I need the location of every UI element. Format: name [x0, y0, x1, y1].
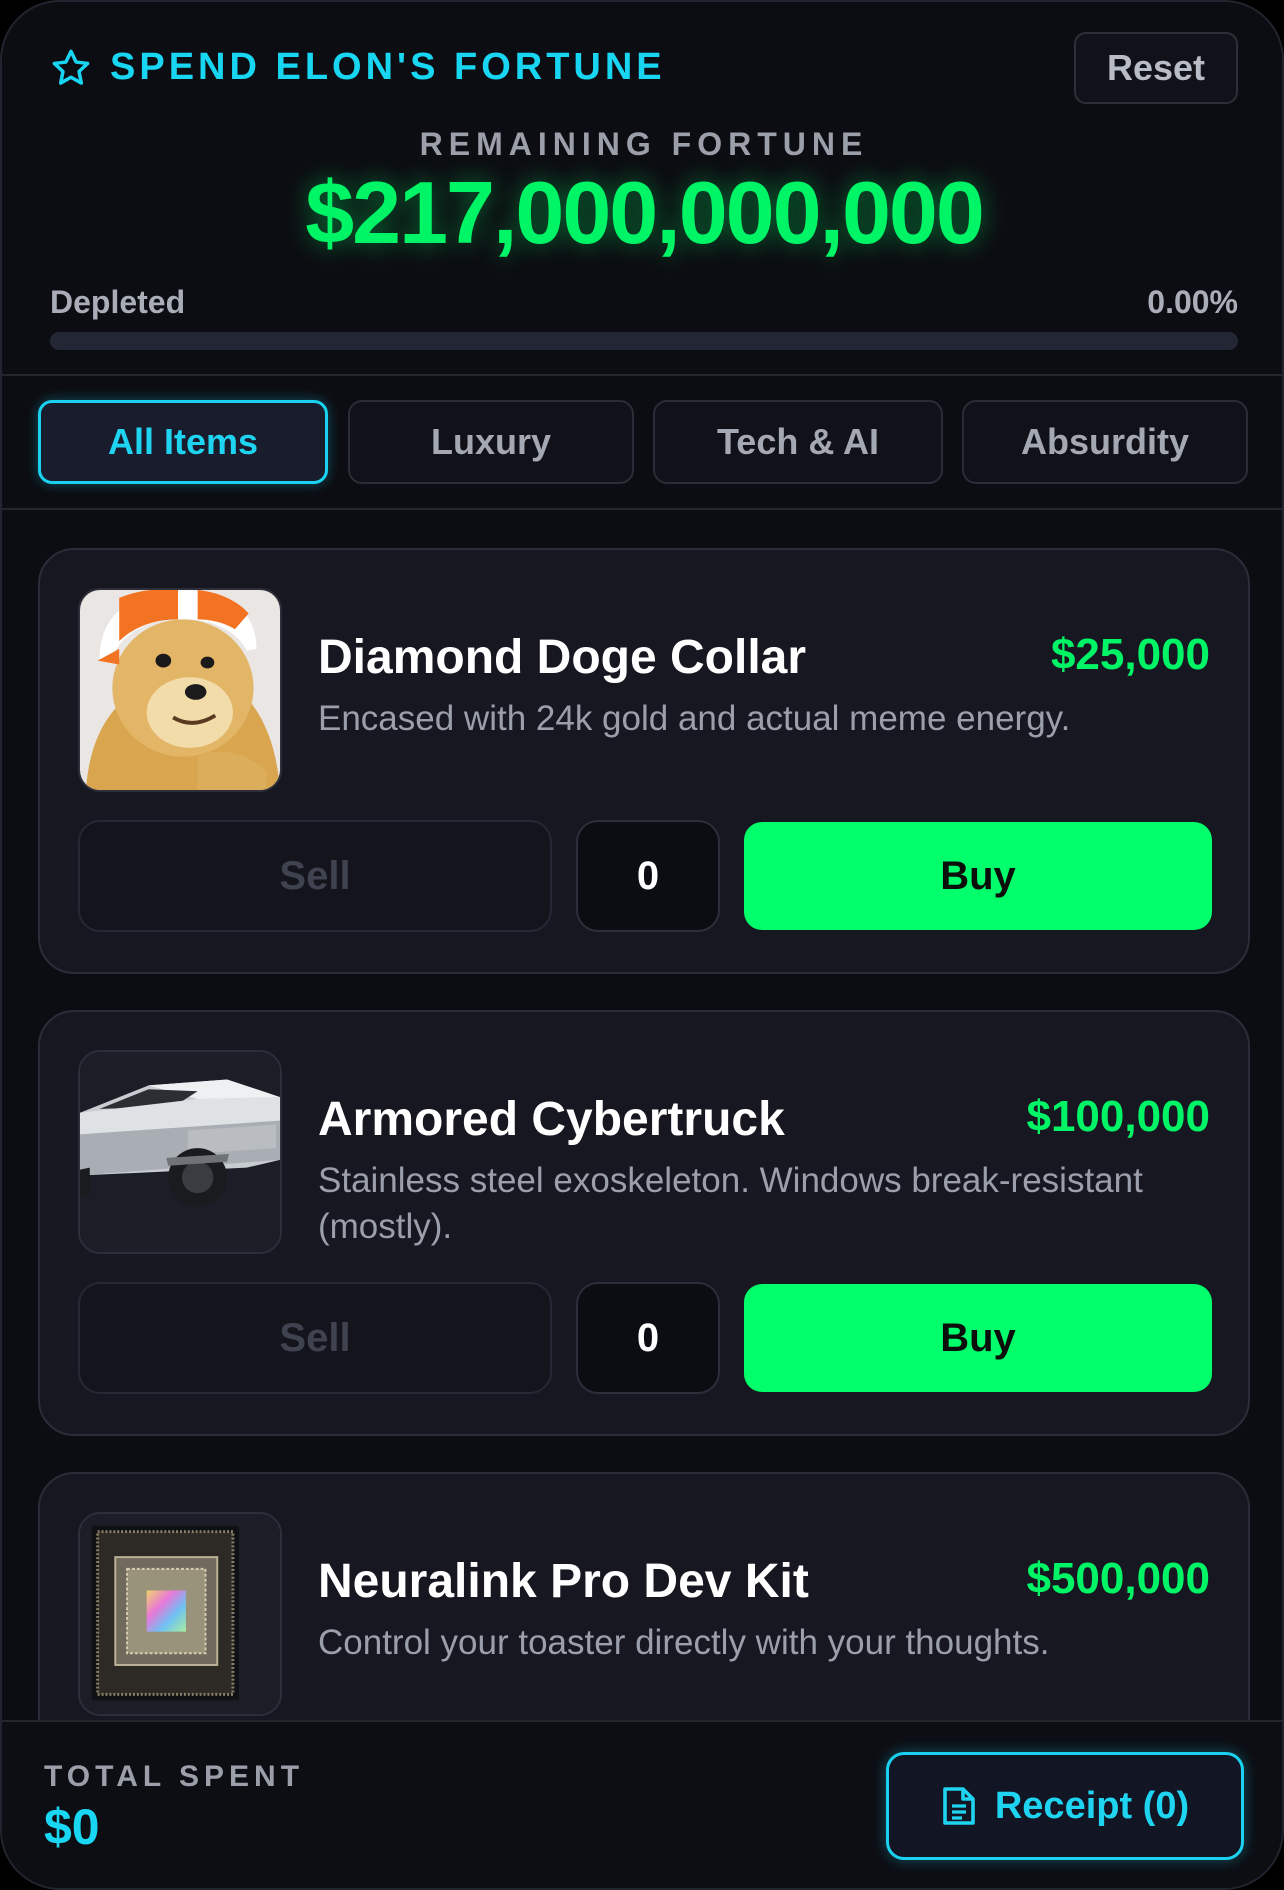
- tab-absurdity[interactable]: Absurdity: [962, 400, 1248, 484]
- cybertruck-image: [78, 1050, 282, 1254]
- receipt-label: Receipt (0): [994, 1784, 1190, 1827]
- item-card: Diamond Doge Collar $25,000 Encased with…: [38, 548, 1250, 974]
- item-list[interactable]: Diamond Doge Collar $25,000 Encased with…: [2, 512, 1282, 1720]
- depleted-label: Depleted: [50, 284, 186, 320]
- star-icon: [52, 49, 90, 85]
- item-price: $25,000: [1050, 630, 1210, 679]
- item-description: Control your toaster directly with your …: [318, 1623, 1050, 1662]
- depletion-progress-bar: [50, 332, 1238, 350]
- item-card: Neuralink Pro Dev Kit $500,000 Control y…: [38, 1472, 1250, 1720]
- footer-bar: TOTAL SPENT $0 Receipt (0): [2, 1720, 1282, 1888]
- app-title: SPEND ELON'S FORTUNE: [110, 46, 666, 88]
- quantity-display: 0: [576, 820, 720, 932]
- buy-button[interactable]: Buy: [744, 1284, 1212, 1392]
- quantity-display: 0: [576, 1282, 720, 1394]
- item-name: Diamond Doge Collar: [318, 631, 807, 684]
- receipt-button[interactable]: Receipt (0): [886, 1752, 1244, 1860]
- doge-image-graphic: [80, 590, 280, 790]
- buy-button[interactable]: Buy: [744, 822, 1212, 930]
- category-tabs: All Items Luxury Tech & AI Absurdity: [2, 378, 1282, 510]
- tab-tech-ai[interactable]: Tech & AI: [653, 400, 943, 484]
- item-description: Stainless steel exoskeleton. Windows bre…: [318, 1161, 1143, 1246]
- tab-luxury[interactable]: Luxury: [348, 400, 634, 484]
- total-spent-label: TOTAL SPENT: [44, 1760, 305, 1793]
- item-name: Neuralink Pro Dev Kit: [318, 1555, 809, 1608]
- sell-button[interactable]: Sell: [78, 820, 552, 932]
- chip-image-graphic: [80, 1514, 280, 1714]
- app-window: SPEND ELON'S FORTUNE Reset REMAINING FOR…: [0, 0, 1284, 1890]
- depleted-percent: 0.00%: [1147, 284, 1238, 320]
- item-price: $100,000: [1026, 1092, 1210, 1141]
- brand: SPEND ELON'S FORTUNE: [50, 46, 666, 89]
- cybertruck-image-graphic: [80, 1052, 280, 1252]
- remaining-fortune-label: REMAINING FORTUNE: [419, 126, 869, 162]
- sell-button[interactable]: Sell: [78, 1282, 552, 1394]
- item-price: $500,000: [1026, 1554, 1210, 1603]
- receipt-icon: [943, 1787, 975, 1825]
- reset-button[interactable]: Reset: [1074, 32, 1238, 104]
- header: SPEND ELON'S FORTUNE Reset REMAINING FOR…: [2, 2, 1282, 376]
- item-description: Encased with 24k gold and actual meme en…: [318, 699, 1071, 738]
- item-card: Armored Cybertruck $100,000 Stainless st…: [38, 1010, 1250, 1436]
- remaining-fortune-value: $217,000,000,000: [305, 163, 985, 262]
- chip-image: [78, 1512, 282, 1716]
- tab-all-items[interactable]: All Items: [38, 400, 328, 484]
- item-name: Armored Cybertruck: [318, 1093, 785, 1146]
- total-spent-value: $0: [44, 1799, 100, 1855]
- doge-image: [78, 588, 282, 792]
